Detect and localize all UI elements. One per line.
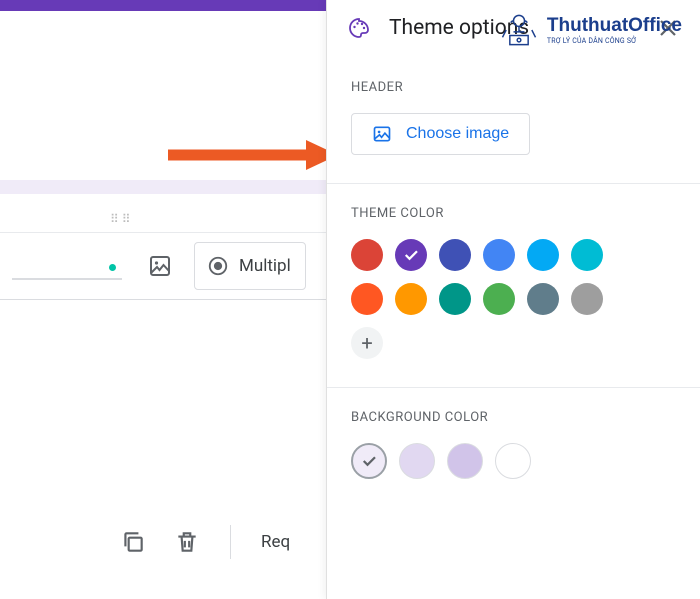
background-color-swatch[interactable] bbox=[351, 443, 387, 479]
form-accent-bar bbox=[0, 0, 326, 11]
theme-color-swatch[interactable] bbox=[351, 239, 383, 271]
watermark-tagline: TRỢ LÝ CỦA DÂN CÔNG SỞ bbox=[547, 37, 682, 45]
theme-color-swatch[interactable] bbox=[439, 283, 471, 315]
theme-color-swatch[interactable] bbox=[571, 239, 603, 271]
theme-color-swatch[interactable] bbox=[571, 283, 603, 315]
theme-color-swatch[interactable] bbox=[395, 283, 427, 315]
background-color-swatch[interactable] bbox=[495, 443, 531, 479]
background-color-swatch[interactable] bbox=[399, 443, 435, 479]
drag-handle-icon[interactable]: ⠿⠿ bbox=[110, 212, 134, 226]
theme-color-swatch[interactable] bbox=[483, 283, 515, 315]
background-color-label: BACKGROUND COLOR bbox=[351, 410, 676, 425]
theme-color-swatch[interactable] bbox=[395, 239, 427, 271]
required-label: Req bbox=[261, 532, 290, 552]
question-footer-toolbar: Req bbox=[120, 525, 290, 559]
watermark-mascot-icon bbox=[497, 8, 541, 52]
theme-color-swatch[interactable] bbox=[439, 239, 471, 271]
header-section-label: HEADER bbox=[351, 80, 676, 95]
add-custom-color-button[interactable]: + bbox=[351, 327, 383, 359]
image-icon bbox=[372, 124, 392, 144]
choose-image-button[interactable]: Choose image bbox=[351, 113, 530, 155]
theme-color-section: THEME COLOR + bbox=[327, 184, 700, 388]
question-type-dropdown[interactable]: Multipl bbox=[194, 242, 306, 290]
background-color-swatches bbox=[351, 443, 631, 479]
theme-color-swatch[interactable] bbox=[351, 283, 383, 315]
background-color-section: BACKGROUND COLOR bbox=[327, 388, 700, 507]
choose-image-label: Choose image bbox=[406, 125, 509, 143]
form-section-gap bbox=[0, 180, 326, 194]
background-color-swatch[interactable] bbox=[447, 443, 483, 479]
radio-icon bbox=[207, 255, 229, 277]
header-section: HEADER Choose image bbox=[327, 58, 700, 184]
delete-icon[interactable] bbox=[174, 529, 200, 555]
question-title-input[interactable] bbox=[12, 252, 122, 280]
watermark-brand: ThuthuatOffice bbox=[547, 16, 682, 35]
theme-color-swatch[interactable] bbox=[527, 239, 559, 271]
question-toolbar: Multipl bbox=[0, 232, 326, 300]
palette-icon bbox=[347, 16, 371, 40]
theme-options-panel: Theme options HEADER Choose image THEME … bbox=[326, 0, 700, 599]
theme-color-swatch[interactable] bbox=[483, 239, 515, 271]
watermark: ThuthuatOffice TRỢ LÝ CỦA DÂN CÔNG SỞ bbox=[497, 8, 682, 52]
insert-image-icon[interactable] bbox=[148, 254, 172, 278]
question-type-label: Multipl bbox=[239, 256, 291, 276]
theme-color-swatch[interactable] bbox=[527, 283, 559, 315]
theme-color-swatches: + bbox=[351, 239, 631, 359]
annotation-arrow bbox=[168, 140, 338, 170]
toolbar-divider bbox=[230, 525, 231, 559]
form-canvas: ⠿⠿ Multipl bbox=[0, 0, 326, 599]
theme-color-label: THEME COLOR bbox=[351, 206, 676, 221]
duplicate-icon[interactable] bbox=[120, 529, 146, 555]
